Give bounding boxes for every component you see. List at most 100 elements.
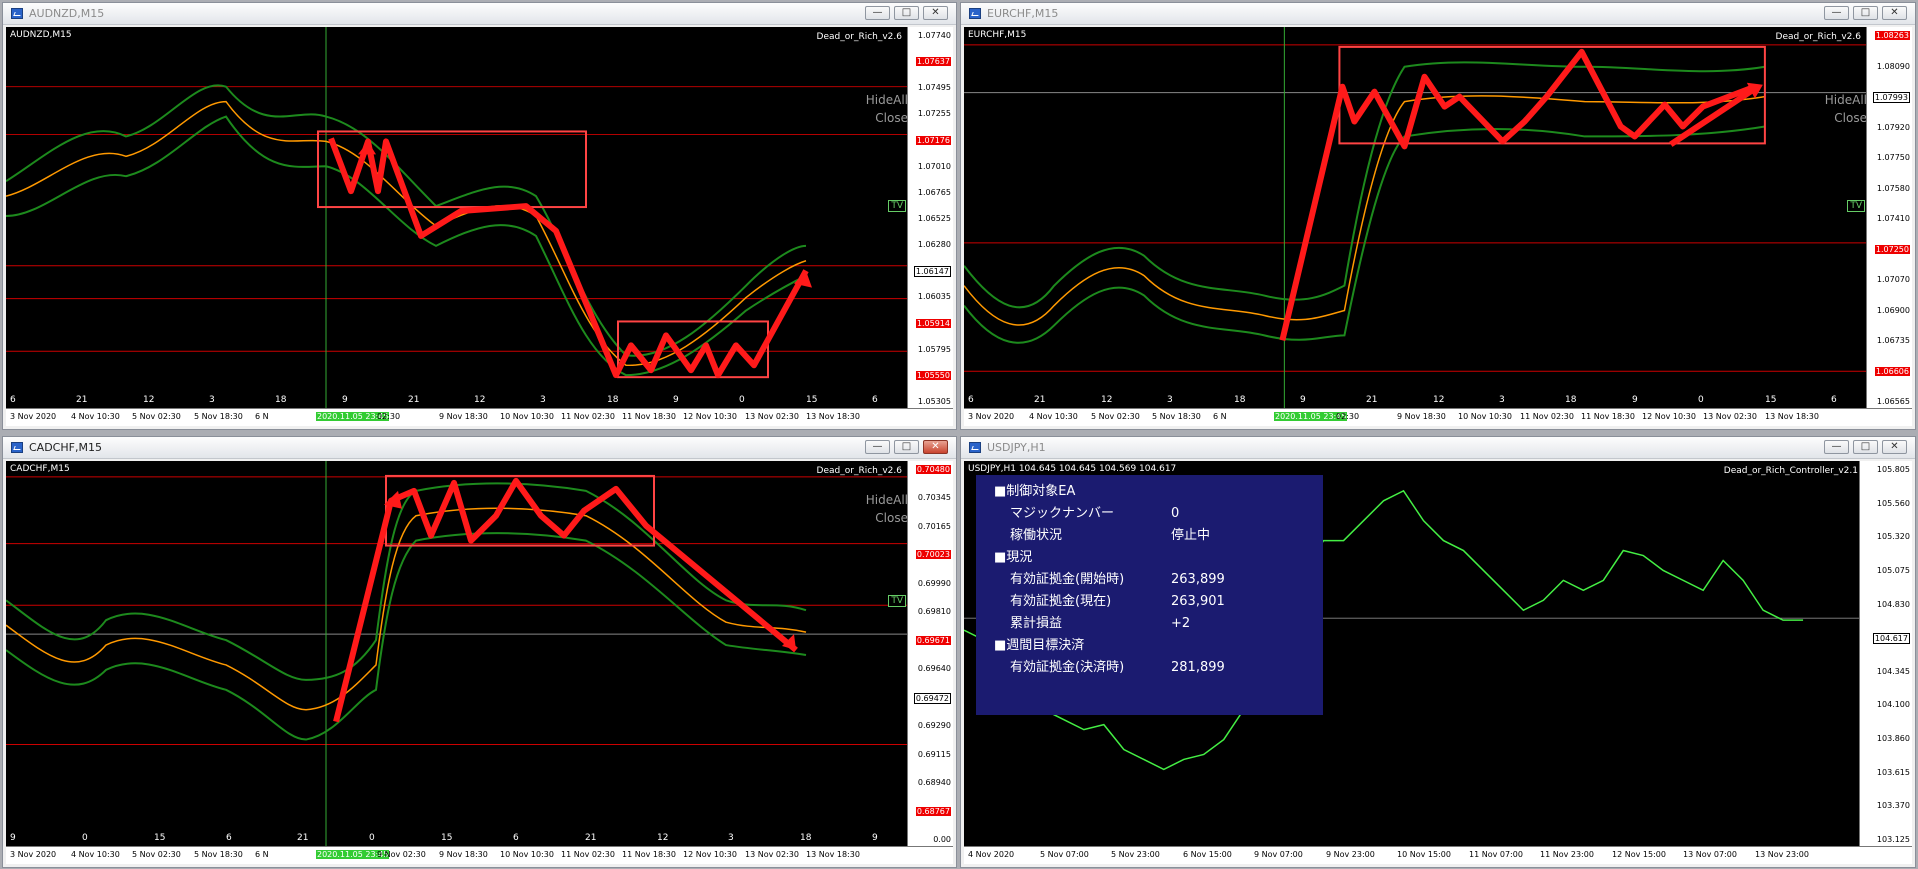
maximize-button[interactable]: □ [894,6,919,20]
price-tick-label: 1.07750 [1876,153,1910,162]
panel-row-label: ■週間目標決済 [994,638,1085,653]
price-tick-label: 1.07495 [917,83,951,92]
close-button[interactable]: ✕ [1882,440,1907,454]
close-text-button[interactable]: Close [875,511,908,525]
time-tick-label: 3 Nov 2020 [10,850,57,859]
minimize-button[interactable]: — [865,440,890,454]
tv-badge[interactable]: TV [1847,200,1865,212]
price-plot[interactable]: EURCHF,M15 Dead_or_Rich_v2.6 HideAll Clo… [964,27,1867,409]
time-tick-label: 9 Nov 18:30 [1397,412,1446,421]
close-button[interactable]: ✕ [923,440,948,454]
hour-label: 0 [82,833,88,843]
minimize-button[interactable]: — [1824,440,1849,454]
chart-area[interactable]: AUDNZD,M15 Dead_or_Rich_v2.6 HideAll Clo… [6,27,953,426]
tv-badge[interactable]: TV [888,200,906,212]
price-tick-label: 0.69472 [913,693,951,704]
minimize-button[interactable]: — [1824,6,1849,20]
hour-label: 12 [1101,395,1113,405]
time-tick-label: 13 Nov 18:30 [806,850,860,859]
price-plot[interactable]: CADCHF,M15 Dead_or_Rich_v2.6 HideAll Clo… [6,461,908,847]
price-tick-label: 0.68767 [915,807,951,816]
time-tick-label: 6 Nov 15:00 [1183,850,1232,859]
price-tick-label: 1.07250 [1874,245,1910,254]
time-tick-label: 5 Nov 07:00 [1040,850,1089,859]
price-scale[interactable]: 0.70480 0.70345 0.70165 0.70023 0.69990 0.698… [907,461,953,847]
hide-all-button[interactable]: HideAll [866,93,908,107]
maximize-button[interactable]: □ [1853,6,1878,20]
time-tick-label: 3 Nov 2020 [10,412,57,421]
panel-row: ■制御対象EA [976,481,1323,503]
price-scale[interactable]: 1.07740 1.07637 1.07495 1.07255 1.07176 1.070… [907,27,953,409]
price-tick-label: 104.617 [1872,633,1910,644]
time-tick-label: 10 Nov 10:30 [1458,412,1512,421]
price-tick-label: 0.70165 [917,522,951,531]
hide-all-button[interactable]: HideAll [1825,93,1867,107]
hour-label: 12 [1433,395,1445,405]
hour-label: 21 [408,395,420,405]
time-scale[interactable]: 3 Nov 2020 4 Nov 10:30 5 Nov 02:30 5 Nov 18… [6,408,953,426]
time-scale[interactable]: 4 Nov 2020 5 Nov 07:00 5 Nov 23:00 6 Nov 15… [964,846,1912,864]
time-tick-label: 11 Nov 02:30 [561,850,615,859]
price-tick-label: 105.075 [1876,566,1910,575]
time-tick-label: 5 Nov 18:30 [194,412,243,421]
chart-window-eurchf[interactable]: EURCHF,M15 — □ ✕ EURCHF,M15 Dead_or_Rich… [960,2,1916,430]
price-plot[interactable]: USDJPY,H1 104.645 104.645 104.569 104.61… [964,461,1860,847]
hour-label: 15 [441,833,453,843]
window-titlebar[interactable]: CADCHF,M15 — □ ✕ [3,437,956,459]
chart-window-icon [969,442,981,453]
price-tick-label: 1.07410 [1876,214,1910,223]
close-text-button[interactable]: Close [1834,111,1867,125]
chart-canvas [964,27,1867,409]
hour-label: 9 [10,833,16,843]
chart-area[interactable]: EURCHF,M15 Dead_or_Rich_v2.6 HideAll Clo… [964,27,1912,426]
time-tick-label: 13 Nov 18:30 [806,412,860,421]
time-tick-label: 13 Nov 02:30 [745,412,799,421]
minimize-button[interactable]: — [865,6,890,20]
price-tick-label: 0.69990 [917,579,951,588]
price-tick-label: 0.68940 [917,778,951,787]
window-titlebar[interactable]: USDJPY,H1 — □ ✕ [961,437,1915,459]
hide-all-button[interactable]: HideAll [866,493,908,507]
chart-window-cadchf[interactable]: CADCHF,M15 — □ ✕ CADCHF,M15 Dead_or_Rich… [2,436,957,868]
price-tick-label: 104.345 [1876,667,1910,676]
time-tick-label: 9 Nov 07:00 [1254,850,1303,859]
price-tick-label: 0.69115 [917,750,951,759]
hour-label: 6 [513,833,519,843]
chart-area[interactable]: CADCHF,M15 Dead_or_Rich_v2.6 HideAll Clo… [6,461,953,864]
time-tick-label: 13 Nov 18:30 [1765,412,1819,421]
price-tick-label: 0.00 [933,835,951,844]
time-tick-label: 4 Nov 10:30 [71,412,120,421]
time-tick-label: 13 Nov 23:00 [1755,850,1809,859]
chart-window-usdjpy[interactable]: USDJPY,H1 — □ ✕ USDJPY,H1 104.645 104.64… [960,436,1916,868]
ea-name-label: Dead_or_Rich_v2.6 [1775,32,1861,42]
time-scale[interactable]: 3 Nov 2020 4 Nov 10:30 5 Nov 02:30 5 Nov 18… [6,846,953,864]
time-tick-label: 02:30 [1336,412,1360,421]
price-tick-label: 1.05914 [915,319,951,328]
maximize-button[interactable]: □ [1853,440,1878,454]
panel-row-label: 累計損益 [1010,616,1063,631]
price-plot[interactable]: AUDNZD,M15 Dead_or_Rich_v2.6 HideAll Clo… [6,27,908,409]
hour-label: 21 [1366,395,1378,405]
maximize-button[interactable]: □ [894,440,919,454]
hour-label: 18 [607,395,619,405]
time-scale[interactable]: 3 Nov 2020 4 Nov 10:30 5 Nov 02:30 5 Nov 18… [964,408,1912,426]
hour-label: 21 [76,395,88,405]
price-tick-label: 0.69671 [915,636,951,645]
price-tick-label: 105.805 [1876,465,1910,474]
window-titlebar[interactable]: EURCHF,M15 — □ ✕ [961,3,1915,25]
chart-area[interactable]: USDJPY,H1 104.645 104.645 104.569 104.61… [964,461,1912,864]
close-button[interactable]: ✕ [1882,6,1907,20]
window-title: USDJPY,H1 [987,441,1046,454]
tv-badge[interactable]: TV [888,595,906,607]
close-button[interactable]: ✕ [923,6,948,20]
hour-label: 15 [806,395,818,405]
window-titlebar[interactable]: AUDNZD,M15 — □ ✕ [3,3,956,25]
time-tick-label: 5 Nov 02:30 [1091,412,1140,421]
close-text-button[interactable]: Close [875,111,908,125]
chart-window-audnzd[interactable]: AUDNZD,M15 — □ ✕ AUDNZD,M15 Dead_or_Rich… [2,2,957,430]
price-tick-label: 104.100 [1876,700,1910,709]
price-scale[interactable]: 1.08263 1.08090 1.07993 1.07920 1.07750 1.075… [1866,27,1912,409]
window-title: EURCHF,M15 [987,7,1059,20]
hour-label: 21 [585,833,597,843]
price-scale[interactable]: 105.805 105.560 105.320 105.075 104.830 104.6… [1859,461,1912,847]
